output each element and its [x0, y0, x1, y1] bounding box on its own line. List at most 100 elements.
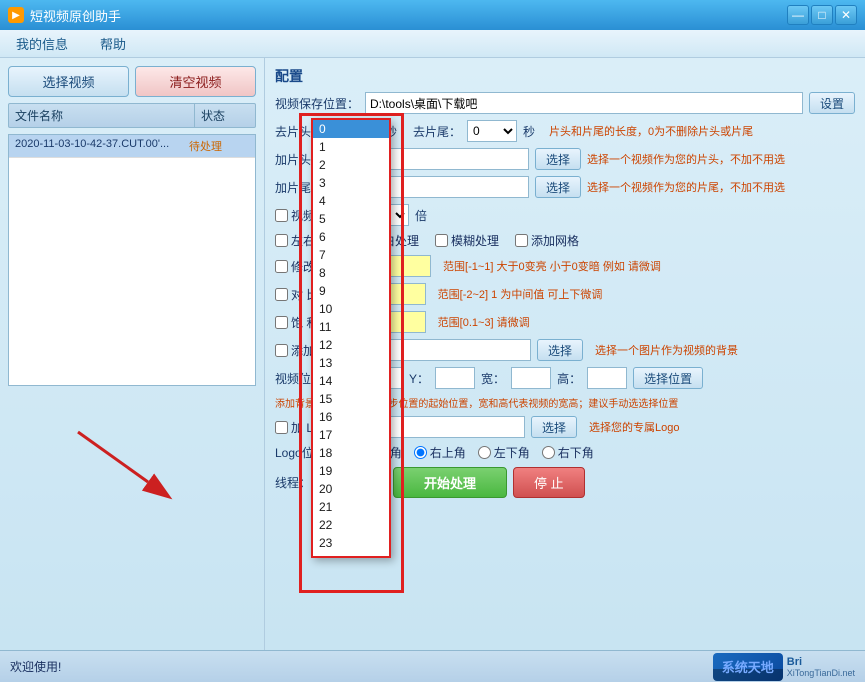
stop-button[interactable]: 停 止	[513, 467, 585, 498]
dropdown-item-4[interactable]: 4	[313, 192, 389, 210]
dropdown-overlay[interactable]: 0 1 2 3 4 5 6 7 8 9 10 11 12 13 14 15 16…	[311, 118, 391, 558]
dropdown-item-0[interactable]: 0	[313, 120, 389, 138]
video-speed-checkbox[interactable]	[275, 209, 288, 222]
video-pos-w-input[interactable]	[511, 367, 551, 389]
cut-tail-select[interactable]: 0	[467, 120, 517, 142]
video-save-row: 视频保存位置： 设置	[275, 92, 855, 114]
dropdown-item-9[interactable]: 9	[313, 282, 389, 300]
dropdown-item-6[interactable]: 6	[313, 228, 389, 246]
status-bar: 欢迎使用! 系统天地 Bri XiTongTianDi.net	[0, 650, 865, 682]
menu-help[interactable]: 帮助	[92, 31, 134, 56]
title-bar: ▶ 短视频原创助手 — □ ✕	[0, 0, 865, 30]
dropdown-item-1[interactable]: 1	[313, 138, 389, 156]
welcome-text: 欢迎使用!	[10, 658, 61, 675]
dropdown-item-16[interactable]: 16	[313, 408, 389, 426]
contrast-checkbox[interactable]	[275, 288, 288, 301]
logo-area: 系统天地 Bri XiTongTianDi.net	[713, 653, 855, 681]
dropdown-item-15[interactable]: 15	[313, 390, 389, 408]
window-controls: — □ ✕	[787, 5, 857, 25]
logo-checkbox[interactable]	[275, 421, 288, 434]
video-save-path-input[interactable]	[365, 92, 803, 114]
add-head-hint: 选择一个视频作为您的片头，不加不用选	[587, 151, 785, 167]
dropdown-item-11[interactable]: 11	[313, 318, 389, 336]
file-status: 待处理	[189, 138, 249, 154]
close-button[interactable]: ✕	[835, 5, 857, 25]
file-name: 2020-11-03-10-42-37.CUT.00'...	[15, 138, 189, 154]
maximize-button[interactable]: □	[811, 5, 833, 25]
video-pos-w-label: 宽：	[481, 370, 505, 387]
sharpen-checkbox[interactable]	[275, 260, 288, 273]
file-list[interactable]: 2020-11-03-10-42-37.CUT.00'... 待处理	[8, 134, 256, 386]
video-speed-unit: 倍	[415, 207, 427, 224]
blur-label[interactable]: 模糊处理	[435, 232, 499, 249]
dropdown-item-8[interactable]: 8	[313, 264, 389, 282]
grid-label[interactable]: 添加网格	[515, 232, 579, 249]
video-pos-y-label: Y：	[409, 370, 429, 387]
bg-select-button[interactable]: 选择	[537, 339, 583, 361]
grid-checkbox[interactable]	[515, 234, 528, 247]
left-buttons: 选择视频 清空视频	[8, 66, 256, 97]
app-icon: ▶	[8, 7, 24, 23]
bg-hint: 选择一个图片作为视频的背景	[595, 342, 738, 358]
file-row[interactable]: 2020-11-03-10-42-37.CUT.00'... 待处理	[9, 135, 255, 158]
config-title: 配置	[275, 66, 855, 86]
menu-myinfo[interactable]: 我的信息	[8, 31, 76, 56]
dropdown-item-18[interactable]: 18	[313, 444, 389, 462]
logo-pos-topright-label[interactable]: 右上角	[414, 444, 466, 461]
dropdown-item-22[interactable]: 22	[313, 516, 389, 534]
video-pos-h-label: 高：	[557, 370, 581, 387]
logo-pos-bottomright-label[interactable]: 右下角	[542, 444, 594, 461]
dropdown-item-3[interactable]: 3	[313, 174, 389, 192]
blur-checkbox[interactable]	[435, 234, 448, 247]
thread-label: 线程：	[275, 474, 311, 491]
main-area: 选择视频 清空视频 文件名称 状态 2020-11-03-10-42-37.CU…	[0, 58, 865, 650]
clear-video-button[interactable]: 清空视频	[135, 66, 256, 97]
video-save-label: 视频保存位置：	[275, 95, 359, 112]
minimize-button[interactable]: —	[787, 5, 809, 25]
left-arrow-area	[8, 392, 256, 642]
video-pos-h-input[interactable]	[587, 367, 627, 389]
dropdown-item-20[interactable]: 20	[313, 480, 389, 498]
dropdown-item-12[interactable]: 12	[313, 336, 389, 354]
logo-select-button[interactable]: 选择	[531, 416, 577, 438]
app-title: 短视频原创助手	[30, 6, 121, 25]
add-tail-select-button[interactable]: 选择	[535, 176, 581, 198]
dropdown-item-19[interactable]: 19	[313, 462, 389, 480]
contrast-hint: 范围[-2~2] 1 为中间值 可上下微调	[438, 286, 603, 302]
logo-pos-topright-radio[interactable]	[414, 446, 427, 459]
cut-hint: 片头和片尾的长度，0为不删除片头或片尾	[549, 123, 753, 139]
video-pos-y-input[interactable]	[435, 367, 475, 389]
select-video-button[interactable]: 选择视频	[8, 66, 129, 97]
dropdown-item-13[interactable]: 13	[313, 354, 389, 372]
col-status: 状态	[195, 104, 255, 127]
file-list-header: 文件名称 状态	[8, 103, 256, 128]
arrow-svg	[18, 412, 198, 532]
logo-hint: 选择您的专属Logo	[589, 419, 679, 435]
dropdown-item-5[interactable]: 5	[313, 210, 389, 228]
add-tail-hint: 选择一个视频作为您的片尾，不加不用选	[587, 179, 785, 195]
logo-pos-bottomleft-label[interactable]: 左下角	[478, 444, 530, 461]
bg-checkbox[interactable]	[275, 344, 288, 357]
cut-tail-unit: 秒	[523, 123, 535, 140]
saturate-hint: 范围[0.1~3] 请微调	[438, 314, 530, 330]
dropdown-item-2[interactable]: 2	[313, 156, 389, 174]
dropdown-item-7[interactable]: 7	[313, 246, 389, 264]
menu-bar: 我的信息 帮助	[0, 30, 865, 58]
add-head-select-button[interactable]: 选择	[535, 148, 581, 170]
dropdown-item-17[interactable]: 17	[313, 426, 389, 444]
left-panel: 选择视频 清空视频 文件名称 状态 2020-11-03-10-42-37.CU…	[0, 58, 265, 650]
settings-button[interactable]: 设置	[809, 92, 855, 114]
dropdown-item-23[interactable]: 23	[313, 534, 389, 552]
dropdown-item-24[interactable]: 24	[313, 552, 389, 558]
pos-select-button[interactable]: 选择位置	[633, 367, 703, 389]
start-button[interactable]: 开始处理	[393, 467, 507, 498]
dropdown-item-14[interactable]: 14	[313, 372, 389, 390]
dropdown-item-21[interactable]: 21	[313, 498, 389, 516]
brand-logo: 系统天地	[713, 653, 783, 681]
saturate-checkbox[interactable]	[275, 316, 288, 329]
cut-tail-label: 去片尾：	[413, 123, 461, 140]
logo-pos-bottomright-radio[interactable]	[542, 446, 555, 459]
mirror-checkbox[interactable]	[275, 234, 288, 247]
logo-pos-bottomleft-radio[interactable]	[478, 446, 491, 459]
dropdown-item-10[interactable]: 10	[313, 300, 389, 318]
